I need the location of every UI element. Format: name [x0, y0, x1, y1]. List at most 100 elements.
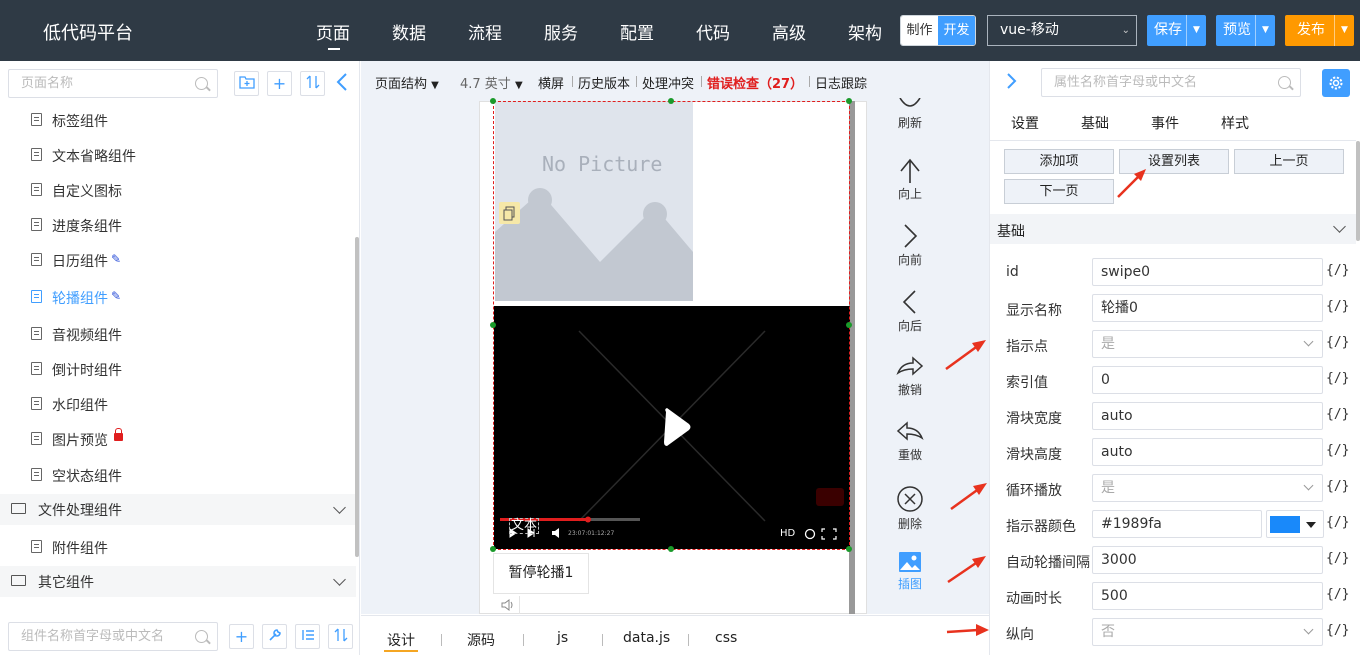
audio-widget[interactable] — [494, 596, 520, 614]
expression-button[interactable]: {/} — [1326, 515, 1349, 530]
pause-carousel-button[interactable]: 暂停轮播1 — [493, 553, 589, 594]
expression-button[interactable]: {/} — [1326, 623, 1349, 638]
group-file-processing[interactable]: 文件处理组件 — [0, 494, 356, 525]
tab-events[interactable]: 事件 — [1151, 113, 1179, 133]
list-order-button[interactable] — [295, 624, 320, 649]
prop-id-input[interactable]: swipe0 — [1092, 258, 1323, 286]
publish-button[interactable]: 发布 ▼ — [1285, 15, 1354, 46]
list-item[interactable]: 自定义图标 — [0, 175, 356, 205]
resize-handle[interactable] — [490, 546, 496, 552]
caret-down-icon[interactable]: ▼ — [1186, 15, 1206, 46]
forward-button[interactable]: 向前 — [888, 223, 932, 268]
delete-button[interactable]: 删除 — [888, 485, 932, 532]
expression-button[interactable]: {/} — [1326, 335, 1349, 350]
caret-down-icon[interactable]: ▼ — [1255, 15, 1275, 46]
settings-button[interactable] — [1322, 69, 1350, 97]
list-item[interactable]: 音视频组件 — [0, 319, 356, 349]
add-button[interactable]: + — [267, 71, 292, 96]
basic-section-header[interactable]: 基础 — [990, 214, 1356, 244]
caret-down-icon[interactable]: ▼ — [1334, 15, 1354, 46]
add-folder-button[interactable] — [234, 71, 259, 96]
expression-button[interactable]: {/} — [1326, 299, 1349, 314]
resize-handle[interactable] — [846, 322, 852, 328]
display-name-input[interactable]: 轮播0 — [1092, 294, 1323, 322]
list-item[interactable]: 倒计时组件 — [0, 354, 356, 384]
color-picker[interactable] — [1266, 510, 1324, 538]
wrench-button[interactable] — [262, 624, 287, 649]
list-item[interactable]: 空状态组件 — [0, 460, 356, 490]
expand-panel-button[interactable] — [1006, 71, 1020, 91]
tab-source[interactable]: 源码 — [467, 630, 495, 650]
resize-handle[interactable] — [668, 98, 674, 104]
expression-button[interactable]: {/} — [1326, 479, 1349, 494]
page-search-input[interactable]: 页面名称 — [8, 69, 218, 98]
history-button[interactable]: 历史版本 — [578, 73, 630, 92]
next-page-button[interactable]: 下一页 — [1004, 179, 1114, 204]
insert-image-button[interactable]: 插图 — [888, 551, 932, 592]
add-item-button[interactable]: 添加项 — [1004, 149, 1114, 174]
sort-components-button[interactable] — [328, 624, 353, 649]
resize-handle[interactable] — [846, 546, 852, 552]
expression-button[interactable]: {/} — [1326, 407, 1349, 422]
mode-make-button[interactable]: 制作 — [901, 16, 938, 45]
platform-select[interactable]: vue-移动 ⌄ — [987, 15, 1137, 46]
resize-handle[interactable] — [846, 98, 852, 104]
slide-height-input[interactable]: auto — [1092, 438, 1323, 466]
page-structure-dropdown[interactable]: 页面结构 ▼ — [375, 73, 439, 92]
left-scrollbar[interactable] — [355, 237, 359, 557]
list-item-active[interactable]: 轮播组件 ✎ — [0, 282, 356, 312]
move-up-button[interactable]: 向上 — [888, 157, 932, 202]
tab-settings[interactable]: 设置 — [1011, 113, 1039, 133]
tab-style[interactable]: 样式 — [1221, 113, 1249, 133]
collapse-panel-button[interactable] — [336, 72, 350, 94]
list-item[interactable]: 水印组件 — [0, 389, 356, 419]
sort-button[interactable] — [300, 71, 325, 96]
property-search-input[interactable]: 属性名称首字母或中文名 — [1041, 68, 1301, 97]
indicator-dots-select[interactable]: 是 — [1092, 330, 1323, 358]
nav-data[interactable]: 数据 — [392, 19, 426, 44]
add-component-button[interactable]: + — [229, 624, 254, 649]
refresh-button[interactable]: 刷新 — [888, 98, 932, 131]
undo-button[interactable]: 撤销 — [888, 355, 932, 398]
tab-design[interactable]: 设计 — [384, 630, 418, 652]
vertical-select[interactable]: 否 — [1092, 618, 1323, 646]
mode-dev-button[interactable]: 开发 — [938, 16, 975, 45]
conflict-button[interactable]: 处理冲突 — [642, 73, 694, 92]
loop-select[interactable]: 是 — [1092, 474, 1323, 502]
nav-page[interactable]: 页面 — [316, 19, 350, 50]
backward-button[interactable]: 向后 — [888, 289, 932, 334]
prev-page-button[interactable]: 上一页 — [1234, 149, 1344, 174]
list-item[interactable]: 进度条组件 — [0, 210, 356, 240]
list-item[interactable]: 文本省略组件 — [0, 140, 356, 170]
screen-size-dropdown[interactable]: 4.7 英寸 ▼ — [460, 73, 523, 92]
resize-handle[interactable] — [490, 322, 496, 328]
tab-basic[interactable]: 基础 — [1081, 113, 1109, 133]
redo-button[interactable]: 重做 — [888, 420, 932, 463]
preview-button[interactable]: 预览 ▼ — [1216, 15, 1275, 46]
landscape-button[interactable]: 横屏 — [538, 73, 564, 92]
list-item[interactable]: 附件组件 — [0, 532, 356, 562]
list-item[interactable]: 标签组件 — [0, 105, 356, 135]
nav-advanced[interactable]: 高级 — [772, 19, 806, 44]
tab-css[interactable]: css — [715, 630, 737, 646]
slide-width-input[interactable]: auto — [1092, 402, 1323, 430]
right-scrollbar[interactable] — [1356, 141, 1360, 241]
expression-button[interactable]: {/} — [1326, 587, 1349, 602]
nav-config[interactable]: 配置 — [620, 19, 654, 44]
log-button[interactable]: 日志跟踪 — [815, 73, 867, 92]
autoplay-interval-input[interactable]: 3000 — [1092, 546, 1323, 574]
resize-handle[interactable] — [490, 98, 496, 104]
component-search-input[interactable]: 组件名称首字母或中文名 — [8, 622, 218, 651]
expression-button[interactable]: {/} — [1326, 263, 1349, 278]
nav-architecture[interactable]: 架构 — [848, 19, 882, 44]
list-item[interactable]: 日历组件 ✎ — [0, 245, 356, 275]
list-item[interactable]: 图片预览 — [0, 424, 356, 454]
resize-handle[interactable] — [668, 546, 674, 552]
error-check-button[interactable]: 错误检查（27） — [707, 73, 803, 92]
tab-js[interactable]: js — [557, 630, 568, 646]
nav-flow[interactable]: 流程 — [468, 19, 502, 44]
nav-code[interactable]: 代码 — [696, 19, 730, 44]
group-other[interactable]: 其它组件 — [0, 566, 356, 597]
save-button[interactable]: 保存 ▼ — [1147, 15, 1206, 46]
tab-data-js[interactable]: data.js — [623, 630, 670, 646]
